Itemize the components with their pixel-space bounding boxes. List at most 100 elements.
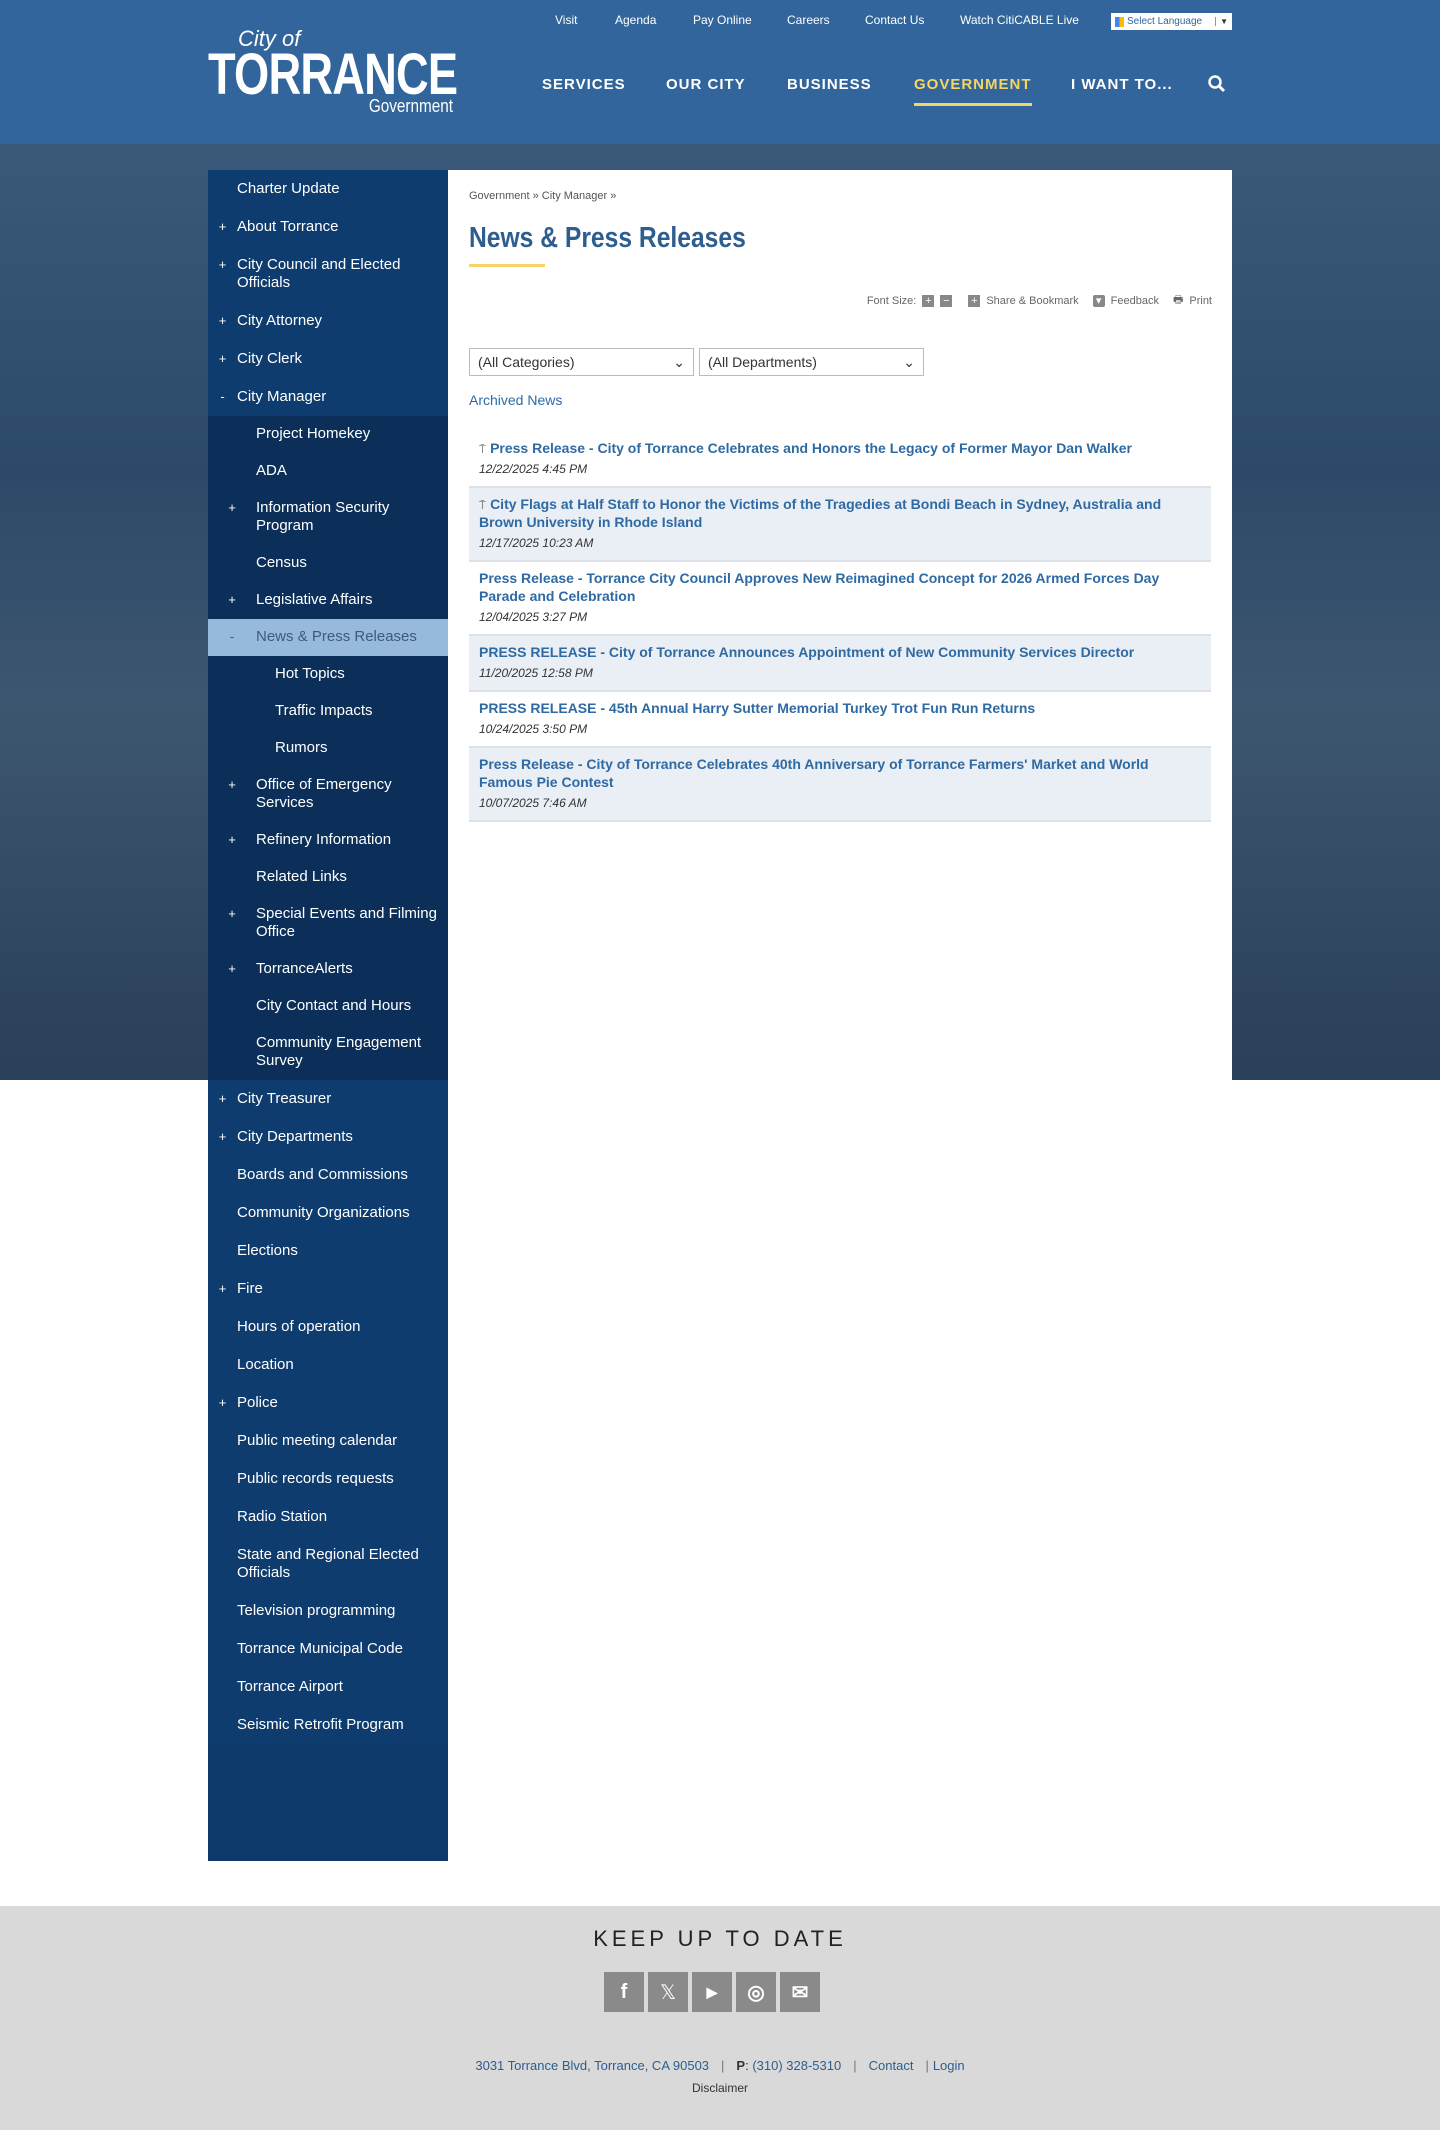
keep-up-heading: KEEP UP TO DATE <box>593 1926 847 1951</box>
chevron-down-icon: ⌄ <box>673 354 685 370</box>
department-select[interactable]: (All Departments) ⌄ <box>699 348 924 376</box>
sidebar-item[interactable]: Seismic Retrofit Program <box>208 1706 448 1744</box>
disclaimer-link[interactable]: Disclaimer <box>0 2081 1440 2095</box>
breadcrumb-city-manager[interactable]: City Manager <box>542 190 607 202</box>
sidebar-item[interactable]: ADA <box>208 453 448 490</box>
youtube-icon[interactable]: ▶ <box>692 1972 732 2012</box>
sidebar-item[interactable]: Community Engagement Survey <box>208 1025 448 1080</box>
email-icon[interactable]: ✉ <box>780 1972 820 2012</box>
sidebar-item[interactable]: + City Council and Elected Officials <box>208 246 448 302</box>
social-links: f 𝕏 ▶ ◎ ✉ <box>604 1972 820 2012</box>
expand-icon: + <box>218 1129 227 1144</box>
sidebar-item-label: Hours of operation <box>237 1318 361 1335</box>
search-icon[interactable] <box>1207 74 1227 94</box>
sidebar-item[interactable]: Elections <box>208 1232 448 1270</box>
sidebar-item[interactable]: Hot Topics <box>208 656 448 693</box>
sidebar-item[interactable]: Project Homekey <box>208 416 448 453</box>
sidebar-item[interactable]: + City Treasurer <box>208 1080 448 1118</box>
util-citicable[interactable]: Watch CitiCABLE Live <box>960 13 1079 27</box>
print-link[interactable]: Print <box>1189 295 1212 307</box>
sidebar-item-label: City Clerk <box>237 350 303 367</box>
util-contact-us[interactable]: Contact Us <box>865 13 924 27</box>
expand-icon: + <box>228 777 236 792</box>
font-decrease-icon[interactable]: − <box>940 294 953 307</box>
facebook-icon[interactable]: f <box>604 1972 644 2012</box>
language-select[interactable]: Select Language ▼ <box>1111 13 1232 30</box>
sidebar-item[interactable]: City Contact and Hours <box>208 988 448 1025</box>
sidebar-item[interactable]: + About Torrance <box>208 208 448 246</box>
sidebar-item[interactable]: - City Manager <box>208 378 448 416</box>
instagram-icon[interactable]: ◎ <box>736 1972 776 2012</box>
news-title-link[interactable]: PRESS RELEASE - 45th Annual Harry Sutter… <box>479 700 1035 716</box>
nav-services[interactable]: SERVICES <box>542 76 626 93</box>
news-title-link[interactable]: PRESS RELEASE - City of Torrance Announc… <box>479 644 1134 660</box>
sidebar-item[interactable]: Community Organizations <box>208 1194 448 1232</box>
sidebar-item-label: Refinery Information <box>256 831 392 848</box>
expand-icon: + <box>228 500 236 515</box>
sidebar-item[interactable]: + City Clerk <box>208 340 448 378</box>
sidebar-item-label: Public meeting calendar <box>237 1432 398 1449</box>
sidebar-item[interactable]: Radio Station <box>208 1498 448 1536</box>
sidebar-item-label: Office of Emergency Services <box>256 776 392 811</box>
nav-i-want-to[interactable]: I WANT TO... <box>1071 76 1173 93</box>
font-increase-icon[interactable]: + <box>922 294 935 307</box>
util-pay-online[interactable]: Pay Online <box>693 13 752 27</box>
sidebar-item[interactable]: + City Departments <box>208 1118 448 1156</box>
util-agenda[interactable]: Agenda <box>615 13 656 27</box>
phone-link[interactable]: (310) 328-5310 <box>752 2058 841 2073</box>
util-careers[interactable]: Careers <box>787 13 830 27</box>
sidebar-item[interactable]: Location <box>208 1346 448 1384</box>
sidebar-item[interactable]: Rumors <box>208 730 448 767</box>
expand-icon: + <box>228 961 236 976</box>
sidebar-item-label: Television programming <box>237 1602 396 1619</box>
category-value: (All Categories) <box>478 354 575 370</box>
nav-our-city[interactable]: OUR CITY <box>666 76 746 93</box>
sidebar-item[interactable]: Census <box>208 545 448 582</box>
news-title-link[interactable]: Press Release - City of Torrance Celebra… <box>490 440 1132 456</box>
sidebar-item-label: Related Links <box>256 868 347 885</box>
sidebar-item[interactable]: Traffic Impacts <box>208 693 448 730</box>
contact-link[interactable]: Contact <box>869 2058 914 2073</box>
pin-icon: ⍑ <box>479 444 486 456</box>
util-visit[interactable]: Visit <box>555 13 577 27</box>
share-bookmark-link[interactable]: Share & Bookmark <box>986 295 1078 307</box>
sidebar-item[interactable]: + Police <box>208 1384 448 1422</box>
sidebar-item[interactable]: Torrance Airport <box>208 1668 448 1706</box>
sidebar-item[interactable]: + TorranceAlerts <box>208 951 448 988</box>
nav-business[interactable]: BUSINESS <box>787 76 872 93</box>
archived-news-link[interactable]: Archived News <box>469 392 562 408</box>
sidebar-item[interactable]: Television programming <box>208 1592 448 1630</box>
news-title-link[interactable]: Press Release - City of Torrance Celebra… <box>479 756 1149 790</box>
x-twitter-icon[interactable]: 𝕏 <box>648 1972 688 2012</box>
breadcrumb-government[interactable]: Government <box>469 190 530 202</box>
sidebar-item[interactable]: State and Regional Elected Officials <box>208 1536 448 1592</box>
news-title-link[interactable]: Press Release - Torrance City Council Ap… <box>479 570 1159 604</box>
sidebar-item[interactable]: + Special Events and Filming Office <box>208 896 448 951</box>
city-logo[interactable]: City of TORRANCE Government <box>208 26 458 118</box>
footer: KEEP UP TO DATE f 𝕏 ▶ ◎ ✉ 3031 Torrance … <box>0 1906 1440 2130</box>
sidebar-item[interactable]: Public meeting calendar <box>208 1422 448 1460</box>
sidebar-item-label: Elections <box>237 1242 298 1259</box>
login-link[interactable]: Login <box>933 2058 965 2073</box>
sidebar-item[interactable]: Torrance Municipal Code <box>208 1630 448 1668</box>
sidebar-item[interactable]: + City Attorney <box>208 302 448 340</box>
sidebar-item[interactable]: Public records requests <box>208 1460 448 1498</box>
sidebar-item[interactable]: - News & Press Releases <box>208 619 448 656</box>
address-link[interactable]: 3031 Torrance Blvd, Torrance, CA 90503 <box>475 2058 709 2073</box>
sidebar-item[interactable]: + Office of Emergency Services <box>208 767 448 822</box>
feedback-link[interactable]: Feedback <box>1111 295 1159 307</box>
sidebar-item[interactable]: Related Links <box>208 859 448 896</box>
sidebar-item[interactable]: Charter Update <box>208 170 448 208</box>
sidebar-item[interactable]: Boards and Commissions <box>208 1156 448 1194</box>
sidebar-item[interactable]: + Legislative Affairs <box>208 582 448 619</box>
category-select[interactable]: (All Categories) ⌄ <box>469 348 694 376</box>
sidebar-item[interactable]: + Information Security Program <box>208 490 448 545</box>
sidebar-item-label: Rumors <box>275 739 328 756</box>
nav-government[interactable]: GOVERNMENT <box>914 76 1032 106</box>
sidebar-item[interactable]: + Refinery Information <box>208 822 448 859</box>
sidebar-item[interactable]: Hours of operation <box>208 1308 448 1346</box>
news-title-link[interactable]: City Flags at Half Staff to Honor the Vi… <box>479 496 1161 530</box>
sidebar-item[interactable]: + Fire <box>208 1270 448 1308</box>
